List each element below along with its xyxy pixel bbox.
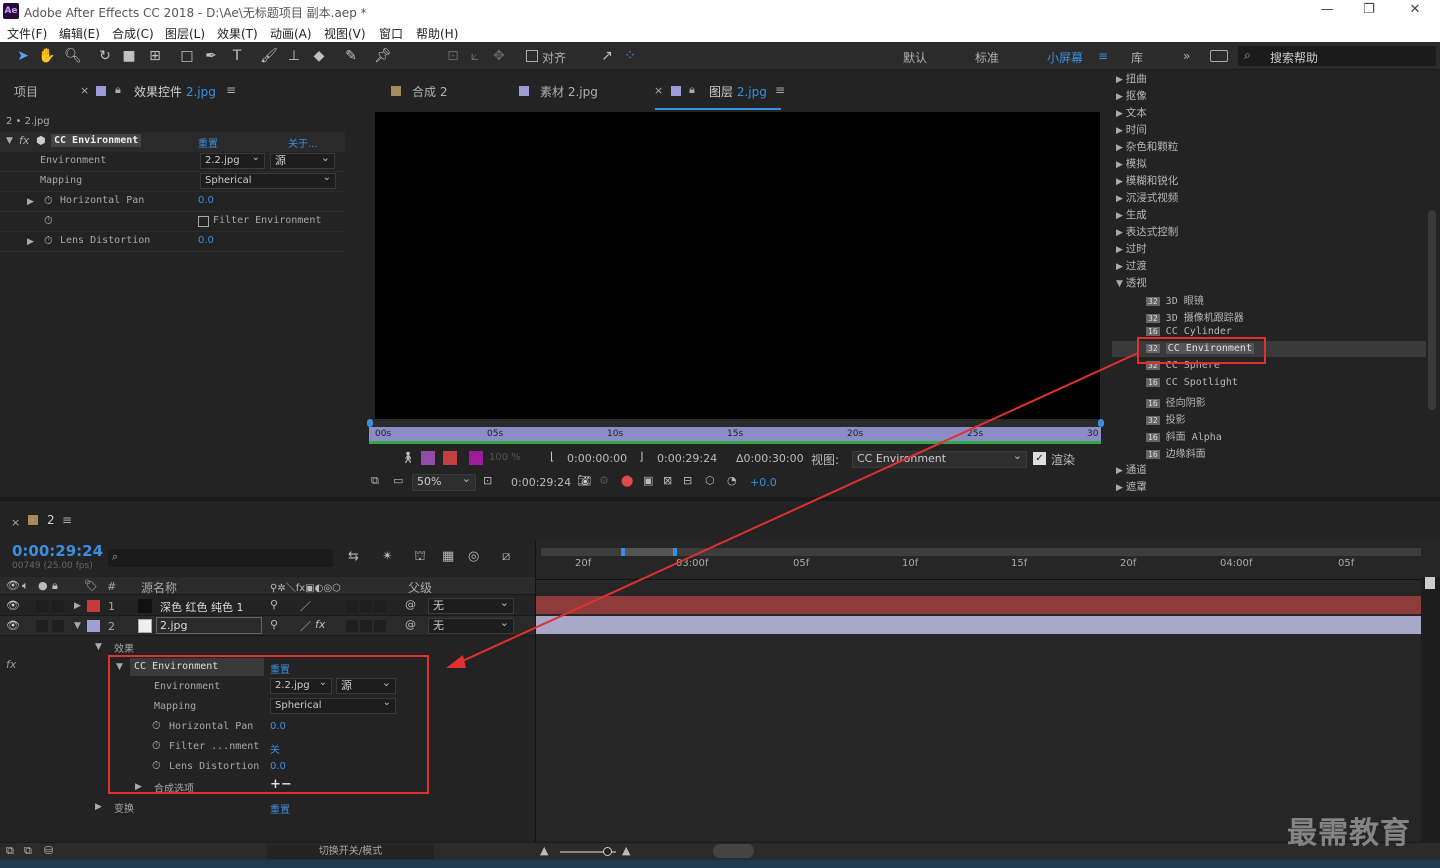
annotation-arrow	[446, 352, 1139, 668]
watermark: 最需教育	[1287, 816, 1411, 851]
